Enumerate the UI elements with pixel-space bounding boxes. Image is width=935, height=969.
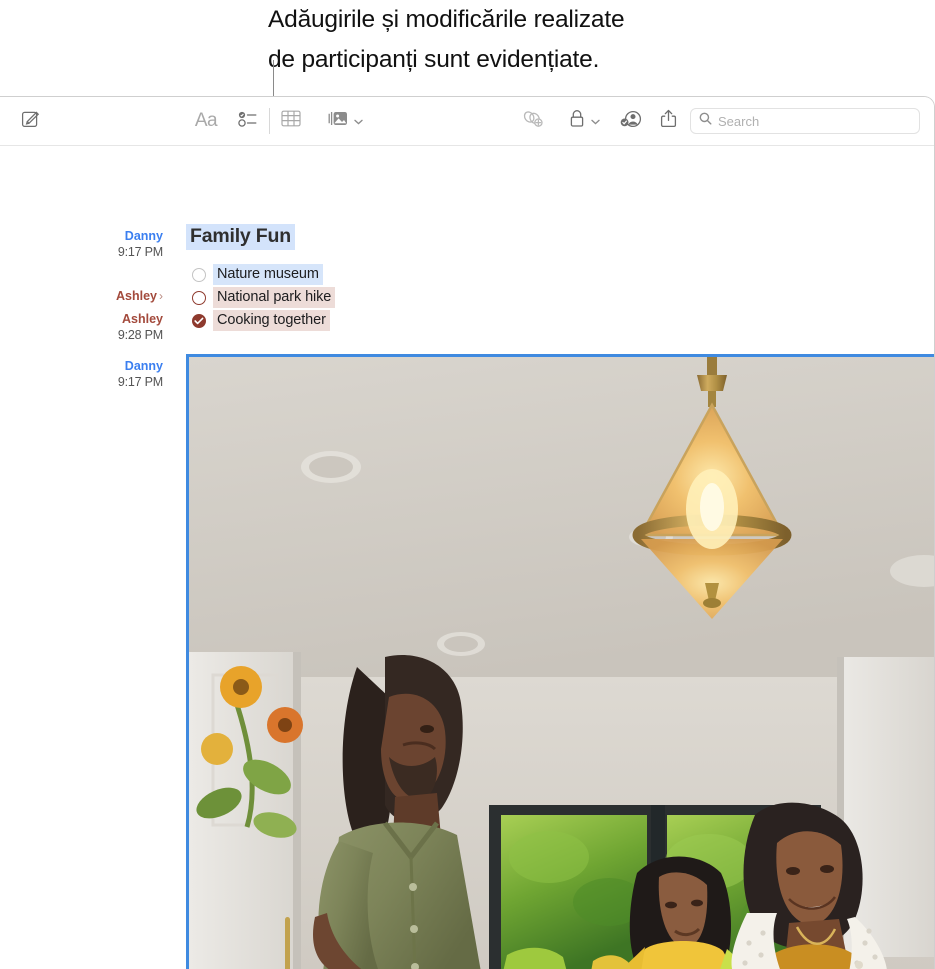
compose-button[interactable] [18,106,42,136]
attribution-time: 9:17 PM [117,245,163,259]
attribution-entry[interactable]: Danny 9:17 PM [20,228,170,260]
attribution-author: Ashley [116,289,157,303]
chevron-down-icon [590,112,600,130]
checklist-button[interactable] [236,106,260,136]
chevron-right-icon[interactable]: › [159,289,163,303]
checklist-item-label: Nature museum [213,264,323,285]
attribution-author: Ashley [122,312,163,326]
media-icon [327,110,349,133]
note-content: Family Fun Nature museum National park h… [186,146,934,969]
checkbox-unchecked-icon[interactable] [192,267,206,282]
attribution-author: Danny [124,229,163,243]
table-button[interactable] [279,106,303,136]
table-icon [281,110,301,132]
share-button[interactable] [656,106,680,136]
photo-attachment[interactable] [186,354,934,969]
checklist-icon [238,110,258,133]
attribution-entry[interactable]: Ashley 9:28 PM [20,311,170,343]
callout-text: Adăugirile și modificările realizate de … [268,6,625,73]
share-icon [660,109,677,133]
lock-icon [569,109,585,133]
search-icon [699,112,712,130]
attribution-time: 9:28 PM [117,328,163,342]
collaborate-person-icon [620,110,643,133]
media-button[interactable] [324,106,366,136]
attribution-entry[interactable]: Danny 9:17 PM [20,358,170,390]
checklist-item[interactable]: National park hike [192,287,336,308]
notes-window: Aa Search Danny 9:17 PM Ashley › Ashley … [0,96,935,969]
format-text-button[interactable]: Aa [192,106,220,136]
collaborate-button[interactable] [618,106,644,136]
checklist-item[interactable]: Nature museum [192,264,323,285]
attribution-gutter: Danny 9:17 PM Ashley › Ashley 9:28 PM Dan… [0,146,170,969]
photo-image [189,357,934,969]
checklist-item-label: Cooking together [213,310,330,331]
attribution-entry[interactable]: Ashley › [20,288,170,304]
note-body: Danny 9:17 PM Ashley › Ashley 9:28 PM Dan… [0,146,934,969]
compose-icon [21,109,40,133]
chevron-down-icon [354,112,363,130]
link-add-icon [522,110,544,133]
search-field[interactable]: Search [690,108,920,134]
checklist-item[interactable]: Cooking together [192,310,330,331]
checklist-item-label: National park hike [213,287,336,308]
search-placeholder: Search [718,113,760,129]
attribution-author: Danny [124,359,163,373]
callout-annotation: Adăugirile și modificările realizate de … [268,0,728,80]
lock-note-button[interactable] [564,106,604,136]
format-text-icon: Aa [194,110,218,131]
checkbox-unchecked-icon[interactable] [192,290,206,305]
toolbar-divider [269,108,270,134]
note-title[interactable]: Family Fun [186,224,295,250]
attribution-time: 9:17 PM [117,375,163,389]
add-link-button[interactable] [520,106,546,136]
checkbox-checked-icon[interactable] [192,313,206,328]
